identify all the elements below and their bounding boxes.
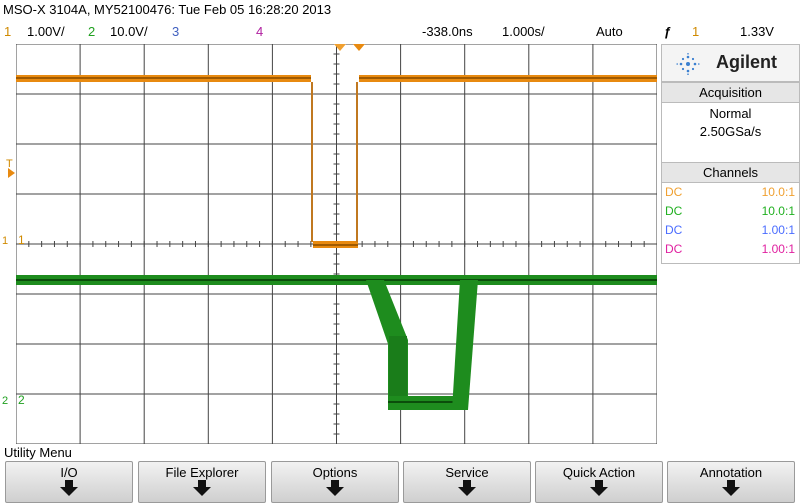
ch3-number[interactable]: 3 xyxy=(172,24,179,39)
io-button-label: I/O xyxy=(60,465,78,480)
service-button-label: Service xyxy=(445,465,489,480)
waveform-display[interactable] xyxy=(16,44,657,444)
service-button[interactable]: Service xyxy=(403,461,531,503)
trigger-position-markers[interactable] xyxy=(334,44,365,51)
trigger-slope-icon[interactable]: ƒ xyxy=(664,24,671,39)
brand-box: Agilent xyxy=(661,44,800,82)
agilent-spark-icon xyxy=(676,53,700,75)
brand-name: Agilent xyxy=(716,52,777,72)
channel-coupling: DC xyxy=(665,204,683,218)
time-delay[interactable]: -338.0ns xyxy=(422,24,473,39)
channel-coupling: DC xyxy=(665,185,683,199)
trigger-level[interactable]: 1.33V xyxy=(740,24,774,39)
down-arrow-icon xyxy=(193,480,211,496)
ch2-number[interactable]: 2 xyxy=(88,24,95,39)
annotation-button[interactable]: Annotation xyxy=(667,461,795,503)
acquisition-mode: Normal xyxy=(709,106,752,121)
channel-coupling: DC xyxy=(665,223,683,237)
options-button-label: Options xyxy=(312,465,358,480)
down-arrow-icon xyxy=(60,480,78,496)
channels-header: Channels xyxy=(662,163,799,183)
quick-action-button-label: Quick Action xyxy=(562,465,636,480)
channel-probe-ratio: 10.0:1 xyxy=(761,204,795,218)
channel-scale-row: 1 1.00V/ 2 10.0V/ 3 4 -338.0ns 1.000s/ A… xyxy=(0,22,800,42)
channel-probe-ratio: 10.0:1 xyxy=(761,185,795,199)
channel-row-2[interactable]: DC 10.0:1 xyxy=(662,202,799,221)
trigger-mode[interactable]: Auto xyxy=(596,24,623,39)
channel-row-1[interactable]: DC 10.0:1 xyxy=(662,183,799,202)
file-explorer-button-label: File Explorer xyxy=(165,465,239,480)
time-scale[interactable]: 1.000s/ xyxy=(502,24,545,39)
menu-title: Utility Menu xyxy=(4,445,72,460)
channel-probe-ratio: 1.00:1 xyxy=(761,223,795,237)
softkey-bar: I/O File Explorer Options Service Quick … xyxy=(0,461,800,503)
ch2-ground-marker[interactable]: 2 xyxy=(2,395,8,407)
acquisition-rate: 2.50GSa/s xyxy=(699,124,762,139)
quick-action-button[interactable]: Quick Action xyxy=(535,461,663,503)
down-arrow-icon xyxy=(590,480,608,496)
down-arrow-icon xyxy=(722,480,740,496)
ch4-number[interactable]: 4 xyxy=(256,24,263,39)
down-arrow-icon xyxy=(458,480,476,496)
annotation-button-label: Annotation xyxy=(699,465,763,480)
acquisition-box[interactable]: Acquisition Normal 2.50GSa/s xyxy=(661,82,800,170)
io-button[interactable]: I/O xyxy=(5,461,133,503)
ch2-marker-label: 2 xyxy=(18,393,25,407)
trigger-source[interactable]: 1 xyxy=(692,24,699,39)
ch1-scale[interactable]: 1.00V/ xyxy=(27,24,65,39)
ch1-ground-marker[interactable]: 1 xyxy=(2,235,8,247)
acquisition-header: Acquisition xyxy=(662,83,799,103)
window-title: MSO-X 3104A, MY52100476: Tue Feb 05 16:2… xyxy=(3,2,332,17)
file-explorer-button[interactable]: File Explorer xyxy=(138,461,266,503)
channels-box[interactable]: Channels DC 10.0:1 DC 10.0:1 DC 1.00:1 DC 1.00:… xyxy=(661,162,800,264)
down-arrow-icon xyxy=(326,480,344,496)
channel-row-3[interactable]: DC 1.00:1 xyxy=(662,221,799,240)
ch1-marker-label: 1 xyxy=(18,233,25,247)
ch1-number[interactable]: 1 xyxy=(4,24,11,39)
ch2-scale[interactable]: 10.0V/ xyxy=(110,24,148,39)
channel-probe-ratio: 1.00:1 xyxy=(761,242,795,256)
options-button[interactable]: Options xyxy=(271,461,399,503)
channel-row-4[interactable]: DC 1.00:1 xyxy=(662,240,799,259)
channel-coupling: DC xyxy=(665,242,683,256)
trigger-arrow-icon xyxy=(8,168,15,178)
